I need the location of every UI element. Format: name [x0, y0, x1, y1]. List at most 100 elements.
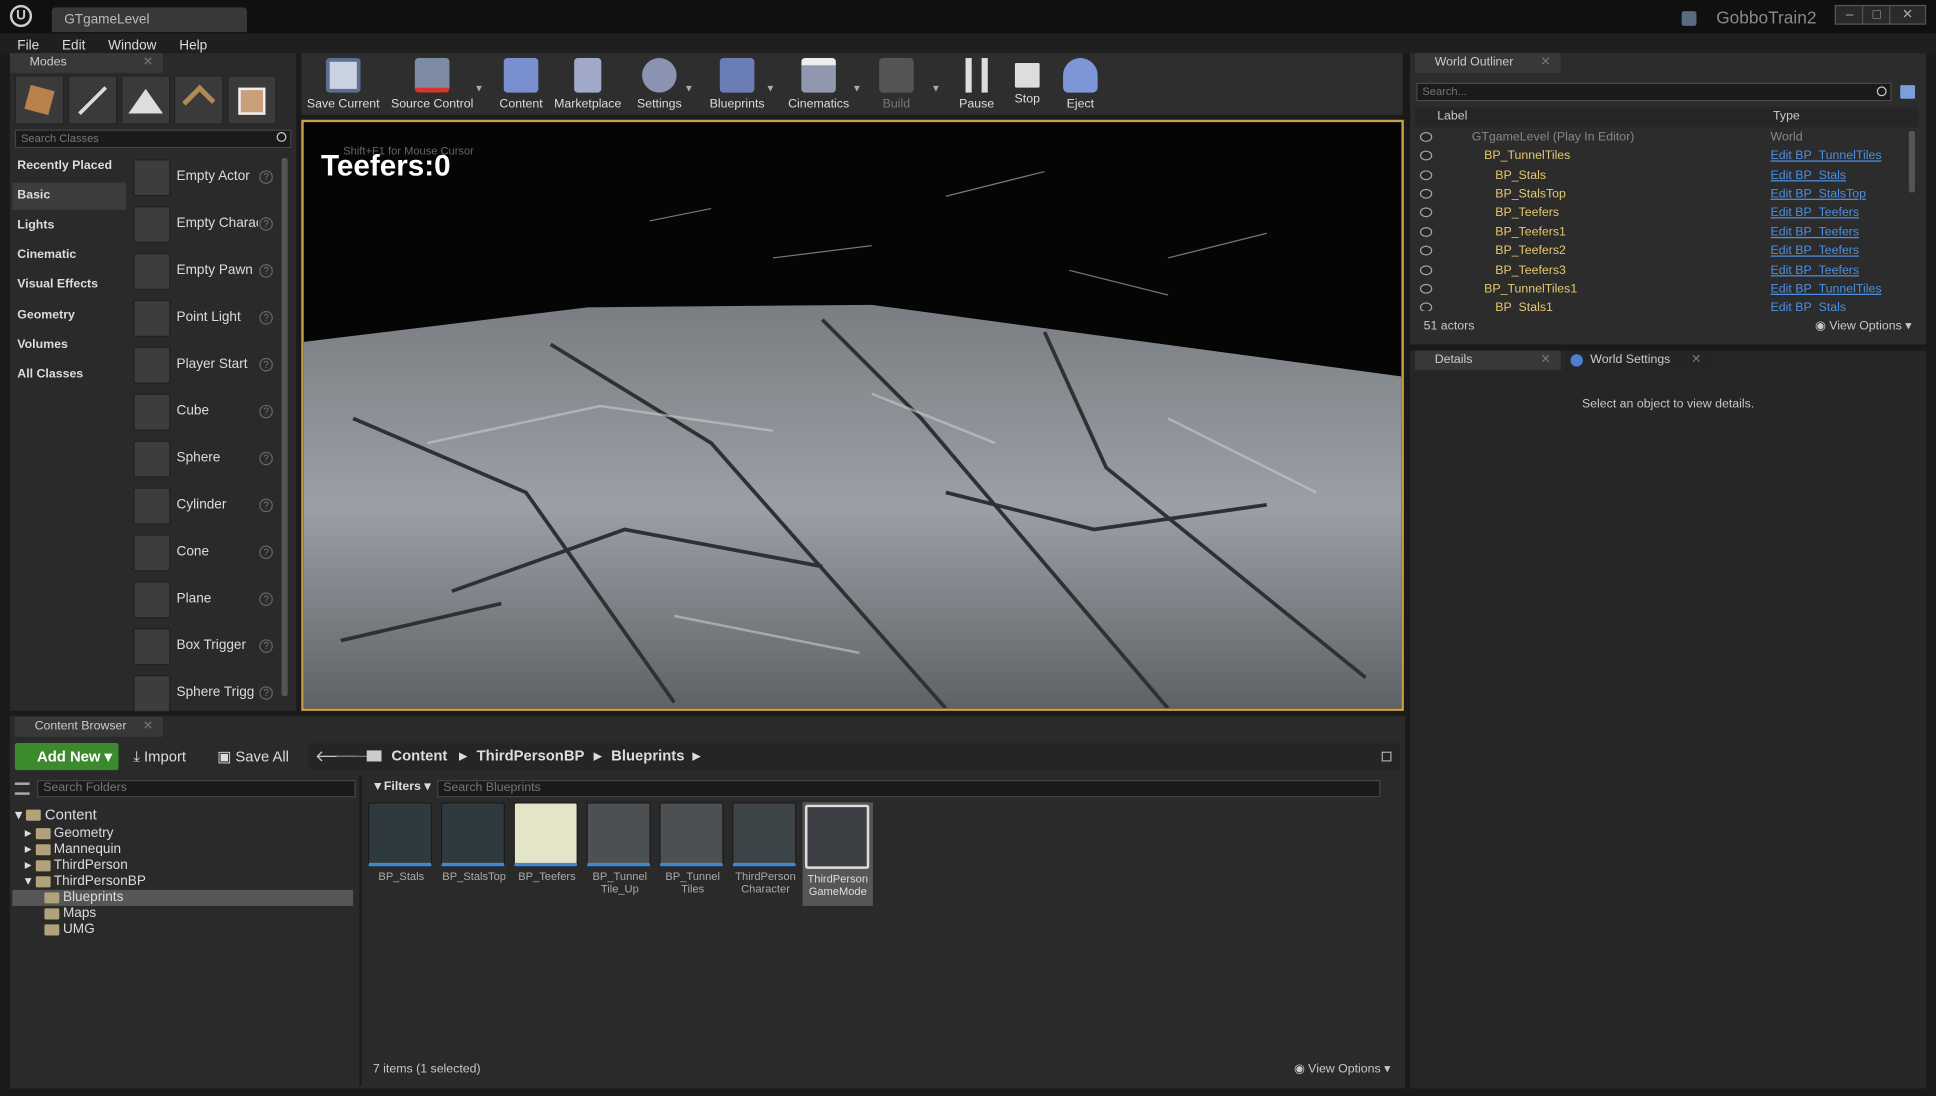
close-icon[interactable]: ✕ [143, 717, 153, 737]
asset-thirdperson-gamemode[interactable]: ThirdPerson GameMode [802, 802, 873, 906]
close-button[interactable]: ✕ [1889, 4, 1927, 25]
folder-content[interactable]: ▾ Content [15, 807, 97, 823]
outliner-row[interactable]: BP_Teefers1 Edit BP_Teefers [1415, 223, 1906, 242]
paint-mode-icon[interactable] [67, 75, 118, 125]
eye-icon[interactable] [1419, 170, 1433, 181]
outliner-scrollbar[interactable] [1908, 130, 1916, 193]
build-button[interactable]: Build [869, 53, 923, 115]
category-volumes[interactable]: Volumes [12, 332, 126, 359]
outliner-row[interactable]: BP_Teefers Edit BP_Teefers [1415, 204, 1906, 223]
minimize-button[interactable]: – [1834, 4, 1865, 25]
outliner-row[interactable]: BP_StalsTop Edit BP_StalsTop [1415, 185, 1906, 204]
outliner-row[interactable]: BP_TunnelTiles1 Edit BP_TunnelTiles [1415, 280, 1906, 299]
content-button[interactable]: Content [494, 53, 548, 115]
sources-toggle-icon[interactable] [14, 782, 30, 795]
category-all-classes[interactable]: All Classes [12, 362, 126, 389]
import-button[interactable]: ⤓ Import [133, 743, 186, 770]
stop-button[interactable]: Stop [1005, 53, 1049, 115]
place-item-sphere-trigger[interactable]: Sphere Trigg? [131, 671, 277, 715]
help-icon[interactable]: ? [259, 592, 273, 606]
help-icon[interactable]: ? [259, 498, 273, 513]
category-basic[interactable]: Basic [12, 182, 126, 210]
place-item-cube[interactable]: Cube? [131, 390, 277, 434]
tab-details[interactable]: Details ✕ [1414, 350, 1561, 371]
filters-button[interactable]: ▼Filters ▾ [372, 780, 431, 794]
help-icon[interactable]: ? [259, 264, 273, 278]
breadcrumb-content[interactable]: Content [391, 747, 447, 764]
cinematics-button[interactable]: Cinematics [783, 53, 855, 115]
category-geometry[interactable]: Geometry [12, 302, 126, 329]
level-viewport[interactable]: Shift+F1 for Mouse Cursor Teefers:0 [301, 119, 1404, 711]
source-control-icon[interactable] [1681, 11, 1697, 26]
breadcrumb-thirdpersonbp[interactable]: ThirdPersonBP [477, 747, 585, 764]
splitter[interactable] [359, 775, 362, 1087]
asset-bp-tunnel-tile-up[interactable]: BP_Tunnel Tile_Up [586, 802, 653, 906]
category-lights[interactable]: Lights [12, 212, 126, 239]
outliner-row[interactable]: BP_Stals1 Edit BP_Stals [1415, 299, 1906, 312]
asset-bp-teefers[interactable]: BP_Teefers [513, 802, 581, 906]
modes-scrollbar[interactable] [281, 157, 288, 697]
help-icon[interactable]: ? [259, 686, 273, 700]
save-current-button[interactable]: Save Current [306, 53, 380, 115]
marketplace-button[interactable]: Marketplace [551, 53, 625, 115]
landscape-mode-icon[interactable] [121, 75, 171, 125]
source-control-button[interactable]: Source Control [385, 53, 479, 115]
outliner-row[interactable]: GTgameLevel (Play In Editor) World [1415, 128, 1906, 147]
settings-button[interactable]: Settings [632, 53, 686, 115]
cinematics-dropdown[interactable]: ▼ [852, 83, 862, 94]
help-icon[interactable]: ? [259, 404, 273, 419]
place-item-empty-pawn[interactable]: Empty Pawn? [131, 249, 277, 293]
save-all-button[interactable]: ▣ Save All [217, 743, 289, 770]
unreal-logo-icon[interactable]: U [9, 4, 33, 28]
folder-thirdperson[interactable]: ▸ ThirdPerson [25, 858, 128, 874]
blueprints-dropdown[interactable]: ▼ [766, 83, 776, 94]
place-item-empty-actor[interactable]: Empty Actor? [131, 156, 277, 200]
maximize-button[interactable]: □ [1861, 4, 1892, 25]
outliner-row[interactable]: BP_Stals Edit BP_Stals [1415, 167, 1906, 186]
close-icon[interactable]: ✕ [1540, 351, 1550, 371]
place-item-point-light[interactable]: Point Light? [131, 296, 277, 340]
folder-maps[interactable]: Maps [44, 906, 96, 922]
eye-icon[interactable] [1419, 207, 1433, 218]
help-icon[interactable]: ? [259, 217, 273, 231]
eye-icon[interactable] [1419, 188, 1433, 199]
document-tab[interactable]: GTgameLevel [51, 7, 247, 33]
settings-dropdown[interactable]: ▼ [684, 83, 694, 94]
outliner-search-input[interactable]: Search... [1416, 82, 1892, 102]
add-new-button[interactable]: Add New ▾ [14, 742, 119, 771]
geometry-edit-mode-icon[interactable] [227, 75, 277, 125]
folder-blueprints[interactable]: Blueprints [12, 889, 354, 906]
build-dropdown[interactable]: ▼ [931, 83, 941, 94]
outliner-view-options[interactable]: ◉ View Options ▾ [1815, 320, 1911, 334]
place-item-player-start[interactable]: Player Start? [131, 343, 277, 387]
tab-world-settings[interactable]: World Settings ✕ [1565, 350, 1712, 371]
asset-thirdperson-character[interactable]: ThirdPerson Character [732, 802, 799, 906]
place-item-sphere[interactable]: Sphere? [131, 437, 277, 481]
category-visual-effects[interactable]: Visual Effects [12, 272, 126, 299]
tab-world-outliner[interactable]: World Outliner ✕ [1414, 53, 1561, 73]
eye-icon[interactable] [1419, 227, 1433, 237]
blueprints-button[interactable]: Blueprints [704, 53, 771, 115]
eye-icon[interactable] [1419, 132, 1433, 142]
eye-icon[interactable] [1419, 150, 1433, 161]
place-item-cylinder[interactable]: Cylinder? [131, 484, 277, 528]
place-item-cone[interactable]: Cone? [131, 531, 277, 575]
place-item-plane[interactable]: Plane? [131, 578, 277, 622]
place-mode-icon[interactable] [14, 75, 65, 125]
outliner-row[interactable]: BP_Teefers2 Edit BP_Teefers [1415, 242, 1906, 261]
eye-icon[interactable] [1419, 302, 1433, 312]
eye-icon[interactable] [1419, 265, 1433, 276]
place-item-box-trigger[interactable]: Box Trigger? [131, 625, 277, 669]
lock-icon[interactable] [1381, 751, 1392, 762]
search-folders-input[interactable]: Search Folders [37, 780, 356, 798]
eject-button[interactable]: Eject [1054, 53, 1106, 115]
help-icon[interactable]: ? [259, 545, 273, 560]
asset-bp-stalstop[interactable]: BP_StalsTop [440, 802, 508, 906]
help-icon[interactable]: ? [259, 311, 273, 325]
folder-mannequin[interactable]: ▸ Mannequin [25, 842, 121, 858]
outliner-row[interactable]: BP_Teefers3 Edit BP_Teefers [1415, 262, 1906, 281]
tab-modes[interactable]: Modes ✕ [9, 53, 163, 73]
foliage-mode-icon[interactable] [174, 75, 224, 125]
close-icon[interactable]: ✕ [1540, 53, 1550, 73]
eye-icon[interactable] [1419, 245, 1433, 256]
